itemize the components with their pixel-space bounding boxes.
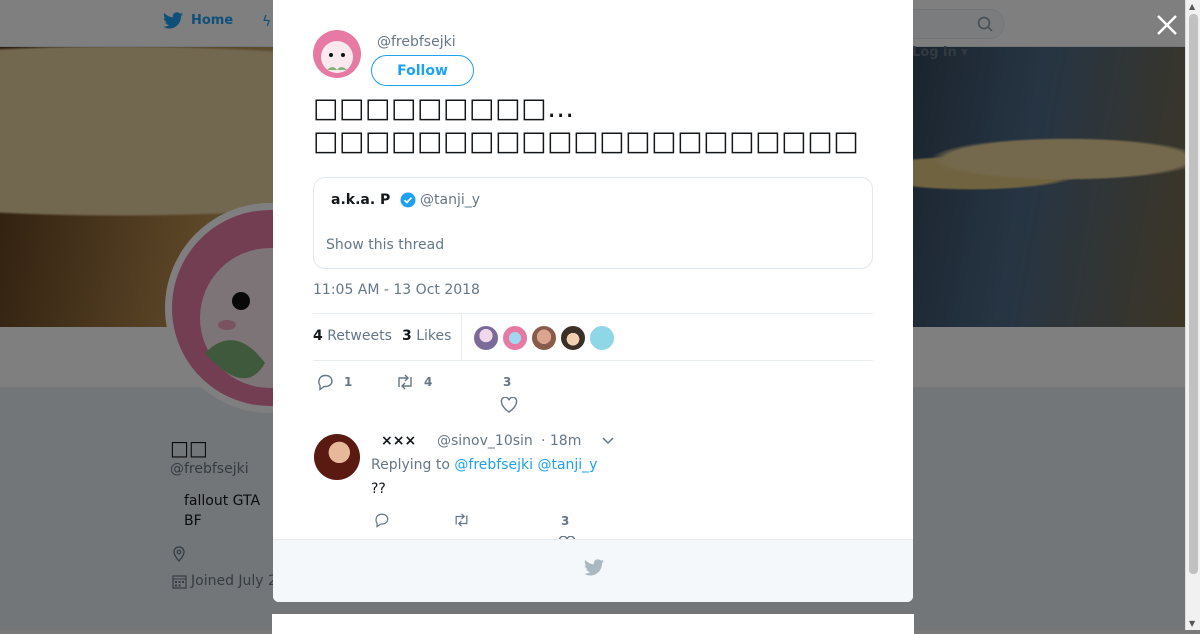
tweet-text: □□□□□□□□□… □□□□□□□□□□□□□□□□□□□□□ <box>313 93 860 157</box>
reply-tweet[interactable]: ××× @sinov_10sin · 18m Replying to @freb… <box>273 430 913 552</box>
quoted-author-handle: @tanji_y <box>420 192 481 208</box>
tweet-author-avatar[interactable] <box>313 30 361 78</box>
tweet-modal: @frebfsejki Follow □□□□□□□□□… □□□□□□□□□□… <box>273 0 913 602</box>
verified-badge-icon <box>400 192 416 208</box>
tweet-stats: 4 Retweets 3 Likes <box>313 313 873 361</box>
quoted-author-name: a.k.a. P <box>331 192 391 208</box>
pachimari-avatar-image <box>313 30 361 78</box>
retweet-icon[interactable] <box>452 512 471 528</box>
reply-icon[interactable] <box>373 512 390 528</box>
liker-avatar[interactable] <box>531 325 557 351</box>
mention-link[interactable]: @tanji_y <box>537 457 597 473</box>
twitter-bird-icon <box>584 559 604 576</box>
reply-text: ?? <box>371 481 386 497</box>
liker-avatar[interactable] <box>589 325 615 351</box>
stats-divider <box>461 314 462 360</box>
like-count: 3 <box>503 375 512 389</box>
quoted-tweet[interactable]: a.k.a. P @tanji_y Show this thread <box>313 177 873 269</box>
reply-author-handle[interactable]: @sinov_10sin <box>437 433 533 449</box>
retweet-count: 4 <box>424 375 433 389</box>
liker-avatar[interactable] <box>502 325 528 351</box>
like-heart-icon[interactable] <box>500 397 518 413</box>
background-card <box>272 614 914 634</box>
liker-avatar[interactable] <box>473 325 499 351</box>
reply-time[interactable]: · 18m <box>541 433 581 449</box>
mention-link[interactable]: @frebfsejki <box>454 457 533 473</box>
scrollbar-thumb[interactable] <box>1189 14 1198 574</box>
replying-to: Replying to @frebfsejki @tanji_y <box>371 457 597 473</box>
reply-author-name[interactable]: ××× <box>381 433 416 449</box>
page-scrollbar[interactable]: ▲ ▼ <box>1185 0 1200 630</box>
tweet-timestamp[interactable]: 11:05 AM - 13 Oct 2018 <box>313 282 480 298</box>
follow-button[interactable]: Follow <box>371 55 474 86</box>
tweet-author-handle[interactable]: @frebfsejki <box>377 34 456 50</box>
scroll-up-arrow[interactable]: ▲ <box>1189 2 1195 11</box>
chevron-down-icon[interactable] <box>601 436 615 446</box>
scroll-down-arrow[interactable]: ▼ <box>1189 619 1195 628</box>
modal-footer <box>273 539 913 602</box>
close-icon[interactable] <box>1154 12 1180 38</box>
liker-avatar[interactable] <box>560 325 586 351</box>
show-thread-link[interactable]: Show this thread <box>326 237 444 253</box>
retweet-icon[interactable] <box>395 373 415 391</box>
retweets-stat[interactable]: 4 Retweets <box>313 328 392 344</box>
likes-stat[interactable]: 3 Likes <box>402 328 451 344</box>
tweet-actions: 1 4 3 <box>313 372 873 422</box>
reply-count: 1 <box>344 375 353 389</box>
reply-like-count: 3 <box>561 514 570 528</box>
reply-author-avatar[interactable] <box>314 434 360 480</box>
reply-icon[interactable] <box>316 373 334 391</box>
replying-to-label: Replying to <box>371 457 450 473</box>
